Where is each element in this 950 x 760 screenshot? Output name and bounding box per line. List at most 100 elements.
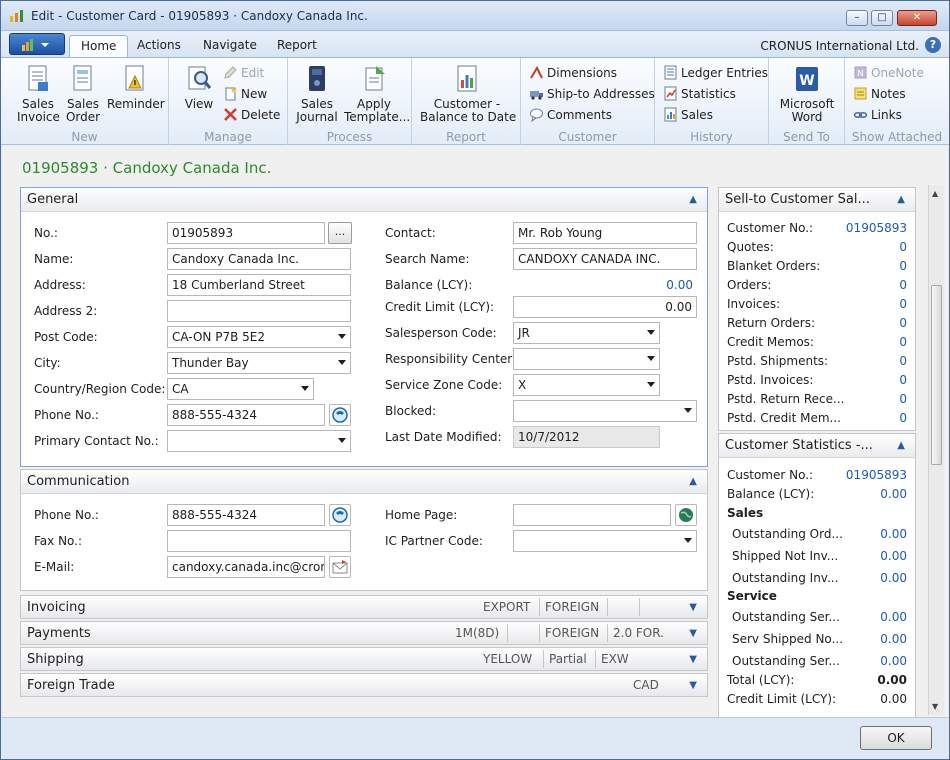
chevron-down-icon[interactable]: ▼ — [689, 602, 697, 613]
address-field[interactable]: 18 Cumberland Street — [167, 274, 351, 296]
ok-button[interactable]: OK — [860, 726, 932, 750]
delete-button[interactable]: Delete — [223, 106, 280, 124]
stats-shipped-not-invoiced-link[interactable]: 0.00 — [880, 549, 907, 563]
stats-outstanding-invoices-link[interactable]: 0.00 — [880, 571, 907, 585]
sales-history-row-value-link[interactable]: 01905893 — [846, 221, 907, 235]
communication-header[interactable]: Communication ▲ — [21, 470, 707, 494]
name-field[interactable]: Candoxy Canada Inc. — [167, 248, 351, 270]
scroll-up-icon[interactable]: ▲ — [932, 189, 938, 198]
comm-phone-dial-button[interactable] — [329, 504, 351, 526]
scrollbar-thumb[interactable] — [931, 285, 942, 465]
ledger-entries-button[interactable]: Ledger Entries — [663, 64, 768, 82]
phone-field[interactable]: 888-555-4324 — [167, 404, 325, 426]
city-field[interactable]: Thunder Bay — [167, 352, 351, 374]
sales-history-row-value-link[interactable]: 0 — [899, 335, 907, 349]
payments-fasttab[interactable]: Payments 1M(8D) FOREIGN 2.0 FOR. ▼ — [20, 621, 708, 645]
sales-journal-button[interactable]: Sales Journal — [296, 64, 338, 124]
send-email-button[interactable] — [329, 556, 351, 578]
reminder-button[interactable]: Reminder — [107, 64, 165, 111]
invoicing-fasttab[interactable]: Invoicing EXPORT FOREIGN ▼ — [20, 595, 708, 619]
tab-actions[interactable]: Actions — [126, 35, 192, 57]
sales-history-button[interactable]: Sales — [663, 106, 713, 124]
dropdown-arrow-icon[interactable] — [647, 382, 655, 387]
comments-button[interactable]: Comments — [529, 106, 612, 124]
sales-history-row-value-link[interactable]: 0 — [899, 392, 907, 406]
dropdown-arrow-icon[interactable] — [647, 330, 655, 335]
microsoft-word-button[interactable]: W Microsoft Word — [777, 64, 837, 124]
sales-invoice-button[interactable]: Sales Invoice — [17, 64, 60, 124]
ic-partner-field[interactable] — [513, 530, 697, 552]
links-button[interactable]: Links — [853, 106, 902, 124]
dropdown-arrow-icon[interactable] — [647, 356, 655, 361]
stats-outstanding-orders-link[interactable]: 0.00 — [880, 527, 907, 541]
apply-template-button[interactable]: Apply Template... — [344, 64, 410, 124]
phone-dial-button[interactable] — [329, 404, 351, 426]
chevron-up-icon[interactable]: ▲ — [897, 440, 905, 451]
stats-outstanding-service-orders-link[interactable]: 0.00 — [880, 610, 907, 624]
stats-outstanding-service-invoices-link[interactable]: 0.00 — [880, 654, 907, 668]
post-code-field[interactable]: CA-ON P7B 5E2 — [167, 326, 351, 348]
search-name-field[interactable]: CANDOXY CANADA INC. — [513, 248, 697, 270]
no-assist-button[interactable]: ... — [328, 222, 352, 244]
stats-serv-shipped-link[interactable]: 0.00 — [880, 632, 907, 646]
sales-history-row-value-link[interactable]: 0 — [899, 316, 907, 330]
foreign-trade-fasttab[interactable]: Foreign Trade CAD ▼ — [20, 673, 708, 697]
home-page-field[interactable] — [513, 504, 671, 526]
fax-field[interactable] — [167, 530, 351, 552]
contact-field[interactable]: Mr. Rob Young — [513, 222, 697, 244]
dimensions-button[interactable]: Dimensions — [529, 64, 617, 82]
general-header[interactable]: General ▲ — [21, 188, 707, 212]
sales-history-row-value-link[interactable]: 0 — [899, 297, 907, 311]
chevron-down-icon[interactable]: ▼ — [689, 628, 697, 639]
ship-to-addresses-button[interactable]: Ship-to Addresses — [529, 85, 655, 103]
tab-report[interactable]: Report — [266, 35, 328, 57]
balance-value-link[interactable]: 0.00 — [513, 278, 693, 292]
no-field[interactable]: 01905893 — [167, 222, 325, 244]
email-field[interactable]: candoxy.canada.inc@cron... — [167, 556, 325, 578]
customer-balance-to-date-button[interactable]: Customer - Balance to Date — [420, 64, 516, 124]
onenote-button[interactable]: N OneNote — [853, 64, 924, 82]
stats-customer-no-link[interactable]: 01905893 — [846, 468, 907, 482]
address2-field[interactable] — [167, 300, 351, 322]
close-button[interactable]: ✕ — [897, 10, 937, 26]
dropdown-arrow-icon[interactable] — [684, 538, 692, 543]
chevron-down-icon[interactable]: ▼ — [689, 654, 697, 665]
chevron-up-icon[interactable]: ▲ — [689, 194, 697, 205]
blocked-field[interactable] — [513, 400, 697, 422]
tab-home[interactable]: Home — [69, 35, 129, 57]
view-button[interactable]: View — [181, 64, 217, 111]
comm-phone-field[interactable]: 888-555-4324 — [167, 504, 325, 526]
sales-history-row-value-link[interactable]: 0 — [899, 278, 907, 292]
dropdown-arrow-icon[interactable] — [338, 360, 346, 365]
maximize-button[interactable]: □ — [871, 10, 893, 26]
sales-history-row-value-link[interactable]: 0 — [899, 373, 907, 387]
application-menu-button[interactable] — [9, 33, 65, 55]
sales-history-row-value-link[interactable]: 0 — [899, 411, 907, 425]
chevron-up-icon[interactable]: ▲ — [897, 194, 905, 205]
sales-order-button[interactable]: Sales Order — [63, 64, 103, 124]
new-button[interactable]: New — [223, 85, 267, 103]
chevron-up-icon[interactable]: ▲ — [689, 476, 697, 487]
credit-limit-field[interactable]: 0.00 — [513, 296, 697, 318]
dropdown-arrow-icon[interactable] — [684, 408, 692, 413]
notes-button[interactable]: Notes — [853, 85, 906, 103]
service-zone-field[interactable]: X — [513, 374, 660, 396]
stats-balance-link[interactable]: 0.00 — [880, 487, 907, 501]
primary-contact-field[interactable] — [167, 430, 351, 452]
dropdown-arrow-icon[interactable] — [301, 386, 309, 391]
help-icon[interactable]: ? — [925, 37, 941, 53]
customer-statistics-factbox-header[interactable]: Customer Statistics -... ▲ — [719, 434, 915, 458]
sales-history-row-value-link[interactable]: 0 — [899, 354, 907, 368]
dropdown-arrow-icon[interactable] — [338, 334, 346, 339]
salesperson-field[interactable]: JR — [513, 322, 660, 344]
country-field[interactable]: CA — [167, 378, 314, 400]
statistics-button[interactable]: Statistics — [663, 85, 736, 103]
edit-button[interactable]: Edit — [223, 64, 264, 82]
sales-history-row-value-link[interactable]: 0 — [899, 240, 907, 254]
scroll-down-icon[interactable]: ▼ — [932, 702, 938, 711]
chevron-down-icon[interactable]: ▼ — [689, 680, 697, 691]
dropdown-arrow-icon[interactable] — [338, 438, 346, 443]
factbox-scrollbar[interactable]: ▲ ▼ — [928, 185, 944, 715]
sales-history-factbox-header[interactable]: Sell-to Customer Sal... ▲ — [719, 188, 915, 212]
responsibility-center-field[interactable] — [513, 348, 660, 370]
